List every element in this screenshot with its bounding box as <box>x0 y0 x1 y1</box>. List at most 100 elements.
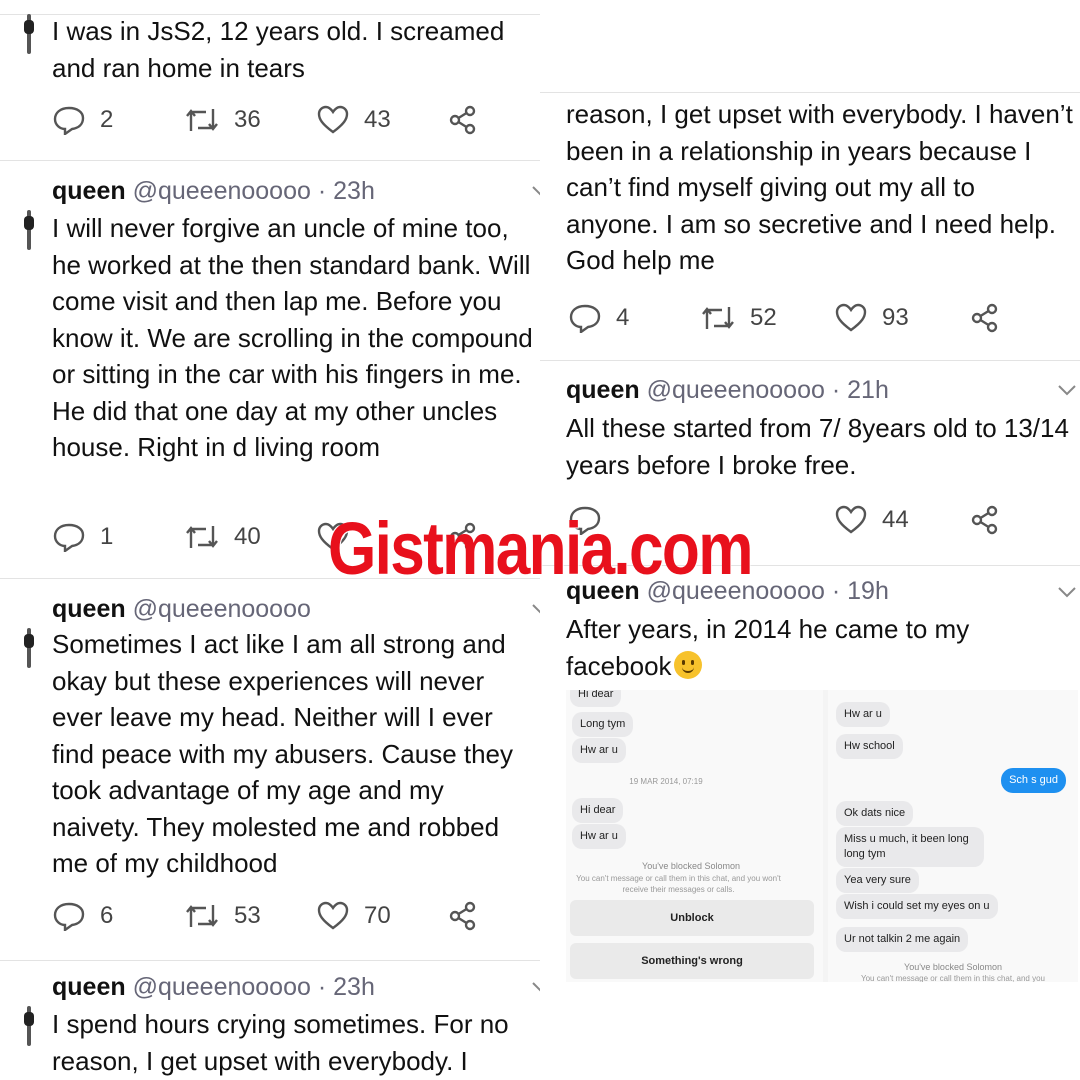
share-icon <box>971 505 998 535</box>
retweet-icon <box>702 307 734 329</box>
retweet-icon <box>186 109 218 131</box>
retweet-button[interactable]: 52 <box>700 298 777 338</box>
chevron-down-icon[interactable] <box>1056 379 1078 401</box>
user-name[interactable]: queen <box>52 595 126 623</box>
like-count: 43 <box>364 106 391 133</box>
like-button[interactable]: 93 <box>834 298 909 338</box>
avatar-icon[interactable] <box>20 1006 38 1046</box>
like-icon <box>317 901 349 930</box>
avatar-icon[interactable] <box>20 14 38 54</box>
tweet-header: queen @queeenooooo · 23h <box>52 973 375 1002</box>
tweet-continuation[interactable]: I was in JsS2, 12 years old. I screamed … <box>0 0 540 150</box>
reply-count: 2 <box>100 106 114 133</box>
blocked-subtitle: You can't message or call them in this c… <box>576 874 781 894</box>
retweet-count: 36 <box>234 106 261 133</box>
watermark: Gistmania.com <box>328 507 753 590</box>
share-icon <box>971 303 998 333</box>
reply-button[interactable]: 2 <box>52 100 113 140</box>
user-name[interactable]: queen <box>52 177 126 205</box>
share-icon <box>449 901 476 931</box>
like-icon <box>835 303 867 332</box>
tweet-actions: 4 52 93 <box>568 298 1048 338</box>
separator-dot: · <box>317 973 327 1001</box>
tweet-header: queen @queeenooooo · 23h <box>52 177 375 206</box>
blocked-title: You've blocked Solomon <box>642 861 740 871</box>
tweet-time[interactable]: 21h <box>847 376 889 404</box>
chevron-down-icon[interactable] <box>530 598 540 620</box>
message-bubble: Hi dear <box>570 690 622 707</box>
retweet-button[interactable]: 40 <box>184 517 261 557</box>
retweet-count: 53 <box>234 902 261 929</box>
like-button[interactable]: 70 <box>316 896 391 936</box>
message-bubble: Yea very sure <box>836 868 919 893</box>
share-button[interactable] <box>970 500 1014 540</box>
retweet-count: 40 <box>234 523 261 550</box>
user-handle[interactable]: @queeenooooo <box>133 595 311 623</box>
user-handle[interactable]: @queeenooooo <box>133 973 311 1001</box>
reply-icon <box>53 106 85 135</box>
avatar-icon[interactable] <box>20 210 38 250</box>
tweet-header: queen @queeenooooo <box>52 595 311 624</box>
tweet-time[interactable]: 23h <box>333 973 375 1001</box>
message-bubble: Ur not talkin 2 me again <box>836 927 969 952</box>
separator-dot: · <box>831 577 841 605</box>
tweet-text: I was in JsS2, 12 years old. I screamed … <box>52 16 505 83</box>
user-name[interactable]: queen <box>566 376 640 404</box>
like-button[interactable]: 44 <box>834 500 909 540</box>
retweet-icon <box>186 526 218 548</box>
retweet-button[interactable]: 36 <box>184 100 261 140</box>
tweet-time[interactable]: 23h <box>333 177 375 205</box>
chevron-down-icon[interactable] <box>1056 581 1078 603</box>
reply-icon <box>569 304 601 333</box>
user-name[interactable]: queen <box>52 973 126 1001</box>
tweet-text: reason, I get upset with everybody. I ha… <box>566 99 1073 275</box>
tweet-text: I spend hours crying sometimes. For no r… <box>52 1009 509 1076</box>
tweet-time[interactable]: 19h <box>847 577 889 605</box>
tweet-text: Sometimes I act like I am all strong and… <box>52 629 514 878</box>
blocked-subtitle: You can't message or call them in this c… <box>860 974 1045 982</box>
reply-button[interactable]: 4 <box>568 298 629 338</box>
message-bubble: Long tym <box>572 712 634 737</box>
tweet-text: All these started from 7/ 8years old to … <box>566 413 1069 480</box>
tweet-text: After years, in 2014 he came to my faceb… <box>566 611 1074 684</box>
chevron-down-icon[interactable] <box>530 976 540 998</box>
reply-button[interactable]: 1 <box>52 517 113 557</box>
retweet-button[interactable]: 53 <box>184 896 261 936</box>
share-button[interactable] <box>970 298 1014 338</box>
unblock-button[interactable]: Unblock <box>570 900 814 936</box>
user-handle[interactable]: @queeenooooo <box>133 177 311 205</box>
like-button[interactable]: 43 <box>316 100 391 140</box>
something-wrong-button[interactable]: Something's wrong <box>570 943 814 979</box>
blocked-title: You've blocked Solomon <box>904 962 1002 972</box>
share-button[interactable] <box>448 100 492 140</box>
reply-icon <box>53 902 85 931</box>
tweet-header: queen @queeenooooo · 21h <box>566 376 889 405</box>
facebook-chat-screenshot: Hi dear Long tym Hw ar u 19 MAR 2014, 07… <box>566 690 1078 982</box>
tweet-actions: 6 53 70 <box>52 896 532 936</box>
message-bubble: Hi dear <box>572 798 624 823</box>
like-count: 44 <box>882 506 909 533</box>
tweet[interactable]: queen @queeenooooo Sometimes I act like … <box>0 578 540 958</box>
reply-count: 4 <box>616 304 630 331</box>
reply-count: 1 <box>100 523 114 550</box>
chat-date: 19 MAR 2014, 07:19 <box>629 777 703 786</box>
chevron-down-icon[interactable] <box>530 180 540 202</box>
tweet-continuation[interactable]: reason, I get upset with everybody. I ha… <box>540 92 1080 360</box>
avatar-icon[interactable] <box>20 628 38 668</box>
reply-button[interactable]: 6 <box>52 896 113 936</box>
like-count: 70 <box>364 902 391 929</box>
tweet-text: I will never forgive an uncle of mine to… <box>52 213 533 462</box>
share-button[interactable] <box>448 896 492 936</box>
message-bubble: Ok dats nice <box>836 801 914 826</box>
like-count: 93 <box>882 304 909 331</box>
reply-icon <box>53 523 85 552</box>
tweet[interactable]: queen @queeenooooo · 23h I spend hours c… <box>0 958 540 1080</box>
user-handle[interactable]: @queeenooooo <box>647 376 825 404</box>
message-bubble: Hw ar u <box>572 824 626 849</box>
chat-pane-left: Hi dear Long tym Hw ar u 19 MAR 2014, 07… <box>566 690 823 982</box>
tweet-actions: 2 36 43 <box>52 100 532 140</box>
like-icon <box>317 105 349 134</box>
message-bubble: Wish i could set my eyes on u <box>836 894 998 919</box>
reply-count: 6 <box>100 902 114 929</box>
share-icon <box>449 105 476 135</box>
